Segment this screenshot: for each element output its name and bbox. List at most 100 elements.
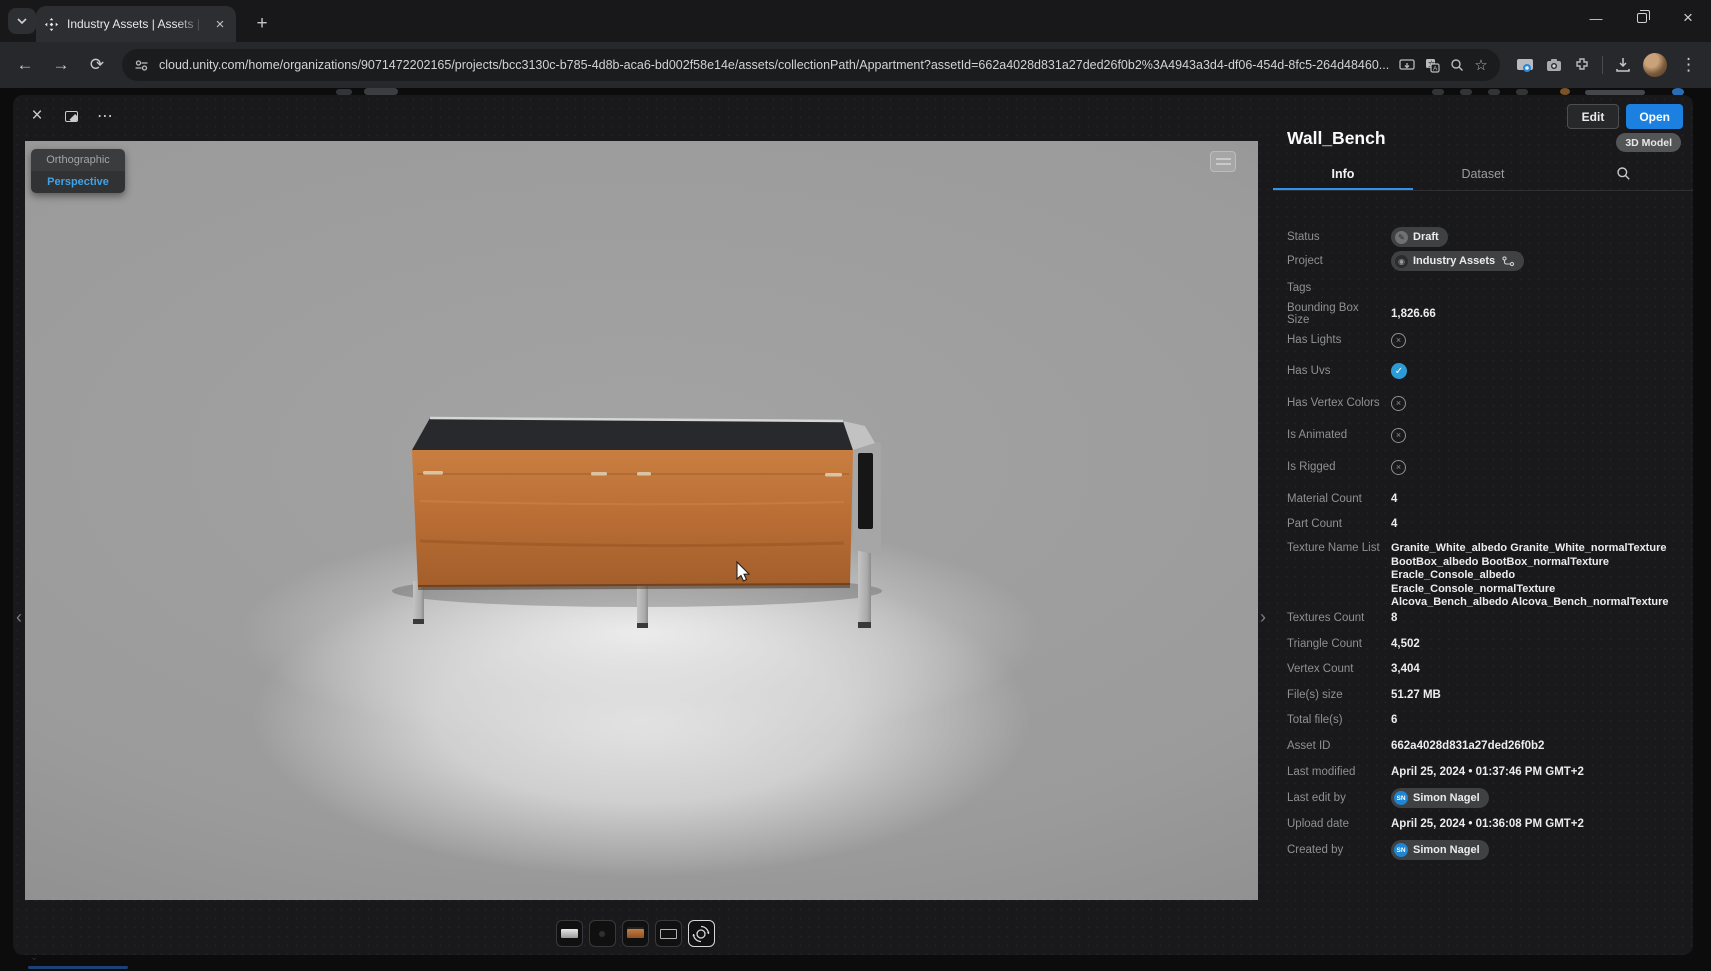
restore-icon bbox=[1637, 13, 1647, 23]
field-label: Vertex Count bbox=[1287, 663, 1383, 675]
bench-foot-right bbox=[858, 622, 871, 628]
profile-avatar[interactable] bbox=[1643, 53, 1667, 77]
projection-option-perspective[interactable]: Perspective bbox=[31, 171, 125, 193]
forward-button[interactable]: → bbox=[46, 50, 76, 80]
field-row-last-modified: Last modified April 25, 2024 • 01:37:46 … bbox=[1287, 763, 1679, 781]
asset-preview-modal: × ⋯ bbox=[13, 95, 1693, 955]
viewport-stats-toggle[interactable] bbox=[1210, 151, 1236, 172]
field-row-texture-name-list: Texture Name List Granite_White_albedo G… bbox=[1287, 542, 1679, 598]
site-info-icon[interactable] bbox=[134, 58, 149, 73]
cross-circle-icon: × bbox=[1391, 396, 1406, 411]
field-value: 4 bbox=[1391, 493, 1397, 505]
wall-bench-3d-model[interactable] bbox=[25, 141, 1258, 900]
camera-extension-icon[interactable] bbox=[1546, 58, 1562, 72]
url-text[interactable]: cloud.unity.com/home/organizations/90714… bbox=[159, 58, 1389, 72]
asset-type-badge: 3D Model bbox=[1616, 133, 1681, 152]
field-row-files-size: File(s) size 51.27 MB bbox=[1287, 686, 1679, 704]
render-mode-textured-button[interactable] bbox=[622, 920, 649, 947]
browser-toolbar: ← → ⟳ cloud.unity.com/home/organizations… bbox=[0, 42, 1711, 88]
status-value: Draft bbox=[1413, 231, 1439, 243]
unity-favicon-icon bbox=[44, 17, 59, 32]
texture-line: Eracle_Console_albedo Eracle_Console_nor… bbox=[1391, 569, 1679, 596]
field-value: April 25, 2024 • 01:36:08 PM GMT+2 bbox=[1391, 818, 1584, 830]
panel-handle bbox=[637, 472, 651, 476]
bench-foot-middle bbox=[637, 623, 648, 628]
field-row-last-edit-by: Last edit by SN Simon Nagel bbox=[1287, 789, 1679, 807]
tab-title: Industry Assets | Assets | Unity bbox=[67, 17, 204, 31]
wireframe-thumbnail-icon bbox=[561, 929, 578, 938]
modal-top-bar: × ⋯ bbox=[13, 95, 115, 137]
bench-right-handle bbox=[858, 453, 873, 529]
texture-line: Granite_White_albedo Granite_White_norma… bbox=[1391, 542, 1679, 556]
collapse-right-chevron-icon[interactable]: › bbox=[1260, 607, 1266, 628]
user-chip[interactable]: SN Simon Nagel bbox=[1391, 788, 1489, 808]
expand-fullscreen-icon[interactable] bbox=[61, 106, 81, 126]
viewport-3d[interactable]: Orthographic Perspective bbox=[25, 141, 1258, 900]
field-row-asset-id: Asset ID 662a4028d831a27ded26f0b2 bbox=[1287, 737, 1679, 755]
translate-icon[interactable]: 文A bbox=[1425, 58, 1440, 73]
zoom-search-icon[interactable] bbox=[1450, 58, 1464, 72]
texture-name-list: Granite_White_albedo Granite_White_norma… bbox=[1391, 542, 1679, 610]
panel-handle bbox=[423, 471, 443, 475]
bookmark-star-icon[interactable]: ☆ bbox=[1474, 56, 1487, 74]
tab-close-icon[interactable]: × bbox=[212, 16, 228, 33]
panel-search-button[interactable] bbox=[1553, 157, 1693, 190]
projection-option-orthographic[interactable]: Orthographic bbox=[31, 149, 125, 171]
browser-menu-kebab-icon[interactable]: ⋮ bbox=[1679, 50, 1699, 80]
asset-title: Wall_Bench bbox=[1287, 128, 1386, 149]
minimize-button[interactable]: — bbox=[1573, 0, 1619, 36]
background-logo-fragment bbox=[364, 88, 398, 95]
close-modal-icon[interactable]: × bbox=[27, 106, 47, 126]
render-mode-frame-button[interactable] bbox=[655, 920, 682, 947]
cross-circle-icon: × bbox=[1391, 428, 1406, 443]
window-controls: — × bbox=[1573, 0, 1711, 36]
browser-tab[interactable]: Industry Assets | Assets | Unity × bbox=[36, 6, 236, 42]
new-tab-button[interactable]: + bbox=[248, 10, 276, 38]
user-chip[interactable]: SN Simon Nagel bbox=[1391, 840, 1489, 860]
extensions-puzzle-icon[interactable] bbox=[1574, 57, 1590, 73]
field-label: Is Animated bbox=[1287, 429, 1383, 441]
close-window-button[interactable]: × bbox=[1665, 0, 1711, 36]
field-label: Tags bbox=[1287, 282, 1383, 294]
field-row-tags: Tags bbox=[1287, 279, 1679, 297]
tab-dataset[interactable]: Dataset bbox=[1413, 157, 1553, 190]
more-options-icon[interactable]: ⋯ bbox=[95, 106, 115, 126]
collapse-left-chevron-icon[interactable]: ‹ bbox=[16, 607, 22, 628]
bench-top-surface bbox=[412, 418, 853, 450]
field-row-created-by: Created by SN Simon Nagel bbox=[1287, 841, 1679, 859]
status-badge[interactable]: ✎ Draft bbox=[1391, 227, 1448, 247]
downloads-icon[interactable] bbox=[1615, 57, 1631, 73]
user-avatar: SN bbox=[1394, 791, 1408, 805]
dark-thumbnail-icon bbox=[599, 931, 605, 937]
render-mode-orbit-button[interactable] bbox=[688, 920, 715, 947]
project-chip[interactable]: ◉ Industry Assets bbox=[1391, 251, 1524, 271]
field-row-project: Project ◉ Industry Assets bbox=[1287, 252, 1679, 270]
restore-button[interactable] bbox=[1619, 0, 1665, 36]
render-mode-dark-button[interactable] bbox=[589, 920, 616, 947]
background-avatar-fragment bbox=[1560, 88, 1570, 95]
user-avatar: SN bbox=[1394, 843, 1408, 857]
field-row-vertex-count: Vertex Count 3,404 bbox=[1287, 660, 1679, 678]
field-label: Has Lights bbox=[1287, 334, 1383, 346]
install-app-icon[interactable] bbox=[1399, 59, 1415, 72]
render-mode-wireframe-button[interactable] bbox=[556, 920, 583, 947]
textured-thumbnail-icon bbox=[627, 929, 644, 938]
tab-info[interactable]: Info bbox=[1273, 157, 1413, 190]
open-button[interactable]: Open bbox=[1626, 104, 1683, 129]
texture-line: Alcova_Bench_albedo Alcova_Bench_normalT… bbox=[1391, 596, 1679, 610]
url-bar[interactable]: cloud.unity.com/home/organizations/90714… bbox=[122, 49, 1500, 81]
field-value: 6 bbox=[1391, 714, 1397, 726]
field-row-is-rigged: Is Rigged × bbox=[1287, 458, 1679, 476]
field-label: Project bbox=[1287, 255, 1383, 267]
back-button[interactable]: ← bbox=[10, 50, 40, 80]
field-value: 4,502 bbox=[1391, 638, 1420, 650]
cross-circle-icon: × bbox=[1391, 333, 1406, 348]
field-label: Is Rigged bbox=[1287, 461, 1383, 473]
extensions-area: ⋮ bbox=[1516, 50, 1699, 80]
field-row-has-vertex-colors: Has Vertex Colors × bbox=[1287, 394, 1679, 412]
reload-button[interactable]: ⟳ bbox=[82, 50, 112, 80]
edit-button[interactable]: Edit bbox=[1567, 104, 1620, 129]
tab-search-button[interactable] bbox=[8, 8, 36, 34]
screen-capture-extension-icon[interactable] bbox=[1516, 58, 1534, 73]
unity-cloud-page-background: ⌄ × ⋯ bbox=[0, 88, 1711, 971]
